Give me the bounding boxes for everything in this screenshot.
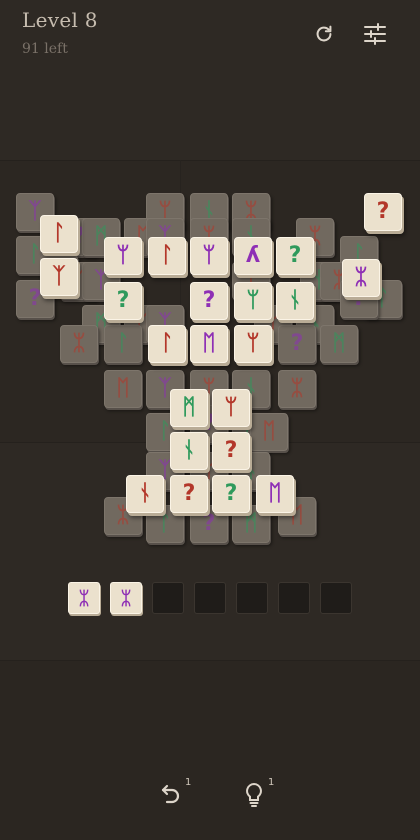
tile-glyph: ᛖ: [268, 481, 282, 506]
tile-glyph: ᛗ: [244, 511, 258, 536]
open-tile[interactable]: ᚾ: [126, 475, 164, 513]
tray-slot-empty: [194, 582, 226, 614]
open-tile[interactable]: ?: [212, 475, 250, 513]
open-tile[interactable]: ᛘ: [104, 237, 142, 275]
tile-glyph: ʎ: [245, 243, 261, 268]
open-tile[interactable]: ?: [170, 475, 208, 513]
tray-slot-empty: [236, 582, 268, 614]
covered-tile: ᛯ: [60, 325, 98, 363]
tile-glyph: ?: [202, 511, 216, 536]
tile-glyph: ?: [182, 481, 196, 506]
tray-slot-empty: [320, 582, 352, 614]
tile-glyph: ᛘ: [224, 395, 238, 420]
tile-glyph: ᛚ: [116, 331, 130, 356]
covered-tile: ᛗ: [320, 325, 358, 363]
tray-tile: ᛯ: [110, 582, 142, 614]
covered-tile: ᛚ: [104, 325, 142, 363]
tile-glyph: ?: [376, 199, 390, 224]
tile-glyph: ?: [288, 243, 302, 268]
tile-glyph: ᛉ: [52, 264, 66, 289]
tile-glyph: ?: [224, 438, 238, 463]
tile-glyph: ᛚ: [160, 331, 174, 356]
undo-button[interactable]: [155, 780, 185, 810]
open-tile[interactable]: ?: [104, 282, 142, 320]
open-tile[interactable]: ?: [212, 432, 250, 470]
tray-tile: ᛯ: [68, 582, 100, 614]
tile-glyph: ?: [224, 481, 238, 506]
tile-glyph: ᛯ: [72, 331, 86, 356]
undo-count: 1: [185, 777, 192, 788]
open-tile[interactable]: ᛘ: [234, 325, 272, 363]
open-tile[interactable]: ʎ: [234, 237, 272, 275]
tile-glyph: ᛘ: [246, 331, 260, 356]
tray-slot-empty: [278, 582, 310, 614]
open-tile[interactable]: ?: [364, 193, 402, 231]
open-tile[interactable]: ᛗ: [170, 389, 208, 427]
open-tile[interactable]: ᚾ: [276, 282, 314, 320]
tile-glyph: ᛚ: [160, 243, 174, 268]
tile-glyph: ᛖ: [202, 331, 216, 356]
tile-glyph: ᛘ: [246, 288, 260, 313]
tile-glyph: ?: [290, 331, 304, 356]
open-tile[interactable]: ᛉ: [40, 258, 78, 296]
tile-glyph: ᛗ: [182, 395, 196, 420]
open-tile[interactable]: ᛘ: [234, 282, 272, 320]
tile-glyph: ᚾ: [138, 481, 152, 506]
tile-glyph: ᛚ: [158, 511, 172, 536]
open-tile[interactable]: ᚾ: [170, 432, 208, 470]
tray-slot-empty: [152, 582, 184, 614]
hint-count: 1: [268, 777, 275, 788]
tile-glyph: ᛯ: [354, 265, 368, 290]
tile-glyph: ?: [202, 288, 216, 313]
tile-glyph: ᛘ: [202, 243, 216, 268]
covered-tile: ᛯ: [278, 370, 316, 408]
open-tile[interactable]: ᛯ: [342, 259, 380, 297]
tile-board: ᛉᛘᚾᛯᛚ?ᛗᛖᛉᛘᚾᛯᛚ?ᛗᛖᛉᛘᚾᛯᛚ?ᛗᛖᛉᛘᚾᛯᛚ?ᛗᛖᛉᛘᚾᛯᛚ?ᛗᛖ…: [0, 0, 420, 840]
undo-icon: [161, 784, 180, 804]
hint-button[interactable]: [239, 780, 269, 810]
tile-glyph: ?: [116, 288, 130, 313]
tile-glyph: ᛯ: [290, 376, 304, 401]
open-tile[interactable]: ᛘ: [212, 389, 250, 427]
tile-glyph: ᛚ: [52, 221, 66, 246]
tile-glyph: ᚾ: [182, 438, 196, 463]
open-tile[interactable]: ?: [190, 282, 228, 320]
open-tile[interactable]: ᛚ: [148, 325, 186, 363]
covered-tile: ᛖ: [250, 413, 288, 451]
open-tile[interactable]: ᛚ: [40, 215, 78, 253]
tile-glyph: ᛘ: [116, 243, 130, 268]
open-tile[interactable]: ᛖ: [190, 325, 228, 363]
open-tile[interactable]: ?: [276, 237, 314, 275]
open-tile[interactable]: ᛘ: [190, 237, 228, 275]
tile-glyph: ᛖ: [116, 376, 130, 401]
open-tile[interactable]: ᛚ: [148, 237, 186, 275]
lightbulb-icon: [246, 782, 262, 807]
covered-tile: ᛖ: [104, 370, 142, 408]
tile-glyph: ᛗ: [332, 331, 346, 356]
tile-glyph: ᚾ: [288, 288, 302, 313]
tile-glyph: ᛖ: [262, 419, 276, 444]
open-tile[interactable]: ᛖ: [256, 475, 294, 513]
covered-tile: ?: [278, 325, 316, 363]
